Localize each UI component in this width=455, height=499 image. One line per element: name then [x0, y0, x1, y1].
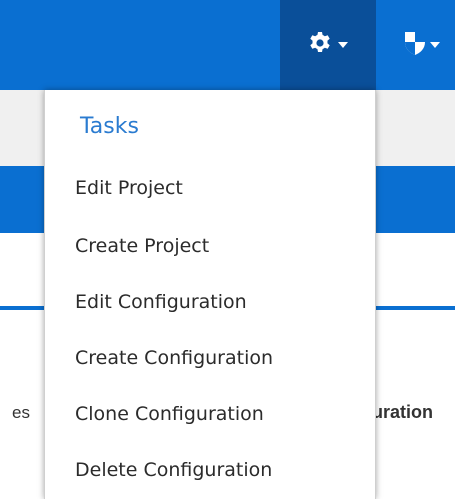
menu-item-create-project[interactable]: Create Project [75, 235, 209, 257]
menu-item-edit-configuration[interactable]: Edit Configuration [75, 291, 247, 313]
menu-item-clone-configuration[interactable]: Clone Configuration [75, 403, 264, 425]
column-header[interactable]: es [12, 403, 30, 423]
dropdown-header: Tasks [80, 114, 139, 139]
gear-icon [308, 31, 332, 59]
menu-item-delete-configuration[interactable]: Delete Configuration [75, 459, 272, 481]
chevron-down-icon [338, 42, 348, 48]
shield-icon [404, 30, 426, 60]
column-header-configuration[interactable]: uration [372, 402, 433, 423]
chevron-down-icon [430, 42, 440, 48]
top-navbar [0, 0, 455, 90]
menu-item-edit-project[interactable]: Edit Project [75, 177, 183, 199]
settings-dropdown-button[interactable] [280, 0, 376, 90]
security-dropdown-button[interactable] [388, 0, 455, 90]
tasks-dropdown-menu: Tasks Edit Project Create Project Edit C… [44, 90, 376, 499]
menu-item-create-configuration[interactable]: Create Configuration [75, 347, 273, 369]
